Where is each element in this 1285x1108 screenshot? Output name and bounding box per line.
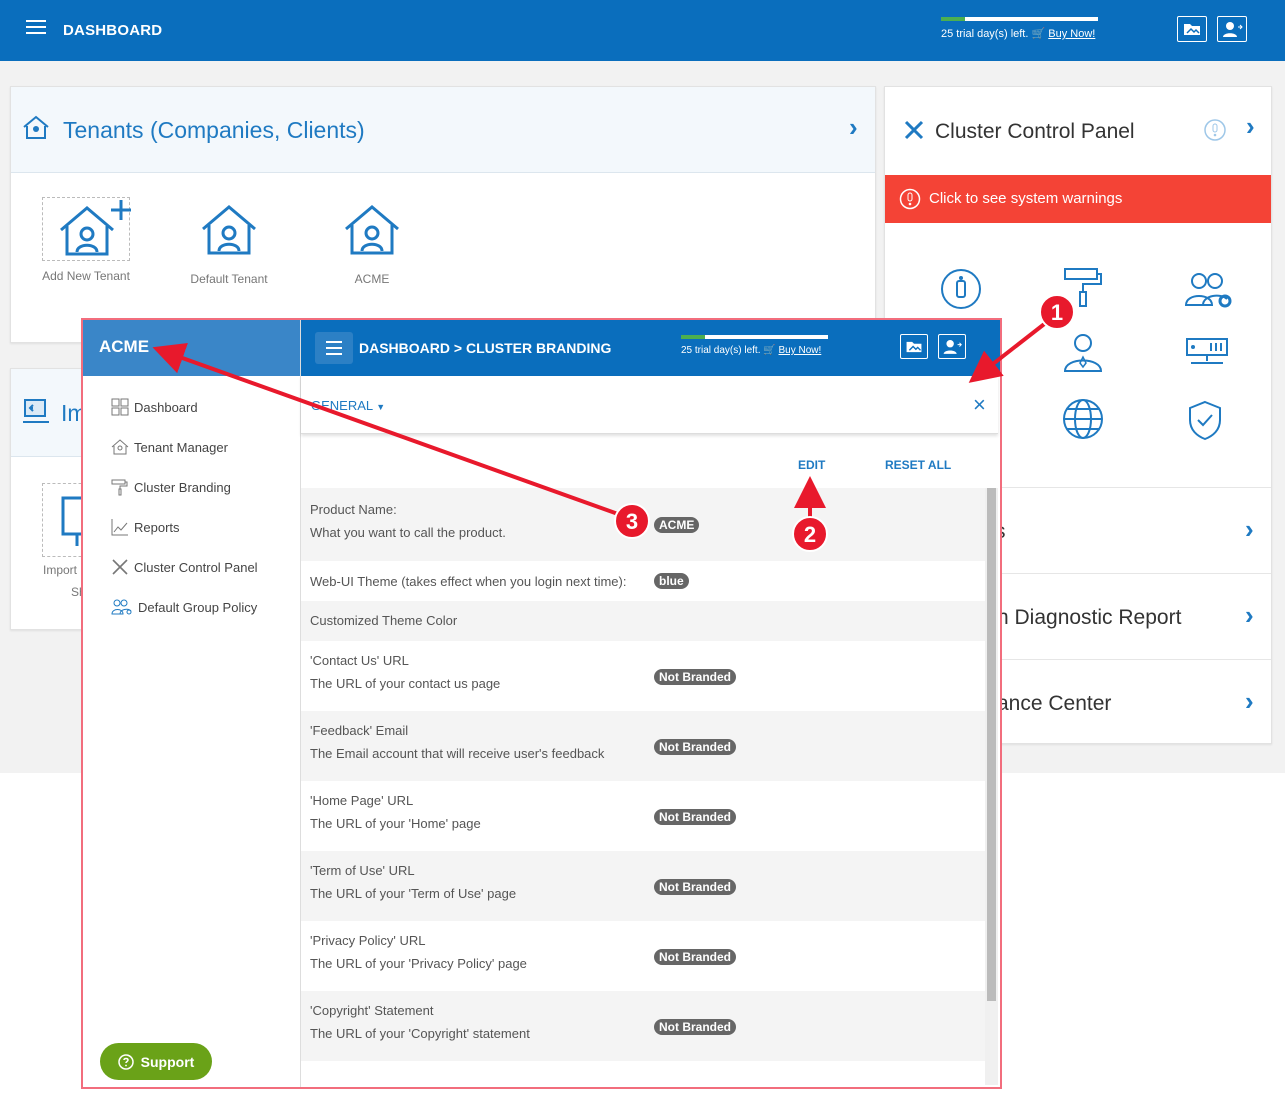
- annotation-marker-2: 2: [792, 516, 828, 552]
- annotation-arrow-1: [968, 316, 1054, 383]
- annotation-marker-1: 1: [1039, 294, 1075, 330]
- annotation-arrow-3: [152, 343, 619, 516]
- annotation-arrows: [152, 316, 1054, 518]
- annotation-marker-3: 3: [614, 503, 650, 539]
